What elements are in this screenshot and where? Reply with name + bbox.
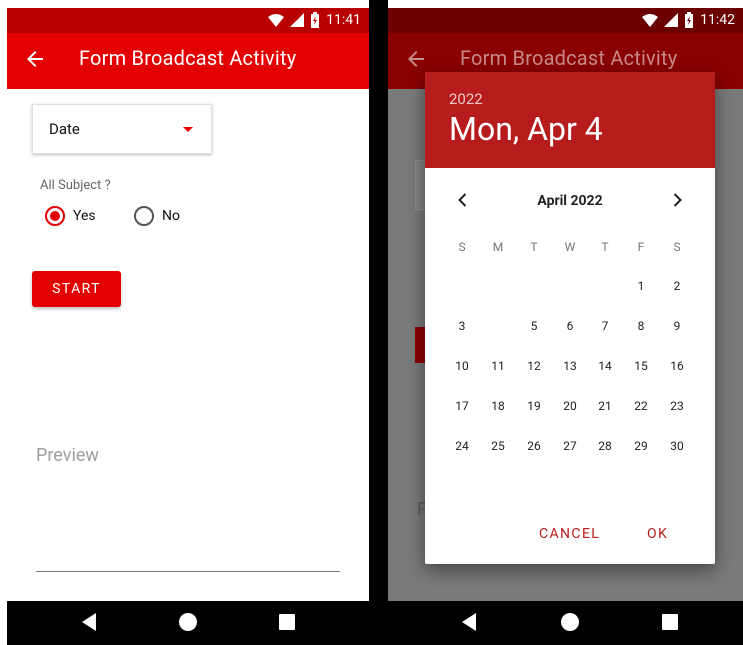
- nav-recents-icon[interactable]: [279, 614, 295, 630]
- radio-no[interactable]: No: [134, 206, 180, 226]
- calendar-day[interactable]: 15: [623, 348, 659, 384]
- dropdown-value: Date: [49, 120, 80, 138]
- navigation-bar: [7, 601, 369, 645]
- calendar-day[interactable]: 1: [623, 268, 659, 304]
- calendar-day[interactable]: 20: [552, 388, 588, 424]
- calendar-day[interactable]: 29: [623, 428, 659, 464]
- status-time: 11:41: [326, 12, 361, 28]
- ok-button[interactable]: OK: [647, 526, 668, 542]
- screen-divider: [369, 0, 388, 645]
- right-screen: 11:42 Form Broadcast Activity P 2022 Mon…: [388, 8, 743, 645]
- status-bar: 11:41: [7, 8, 369, 33]
- back-arrow-icon[interactable]: [23, 47, 47, 71]
- calendar-day[interactable]: 17: [444, 388, 480, 424]
- calendar-day-selected[interactable]: 4: [478, 306, 518, 346]
- date-picker-dialog: 2022 Mon, Apr 4 April 2022 S M T W T F S…: [425, 72, 715, 564]
- calendar-day[interactable]: 8: [623, 308, 659, 344]
- calendar-day[interactable]: 7: [587, 308, 623, 344]
- calendar-day[interactable]: 13: [552, 348, 588, 384]
- calendar-day[interactable]: 5: [516, 308, 552, 344]
- status-bar: 11:42: [388, 8, 743, 33]
- nav-recents-icon[interactable]: [662, 614, 678, 630]
- calendar-day[interactable]: 21: [587, 388, 623, 424]
- app-bar: Form Broadcast Activity: [7, 33, 369, 89]
- calendar-day[interactable]: 9: [659, 308, 695, 344]
- cell-signal-icon: [290, 13, 305, 27]
- all-subject-label: All Subject ?: [40, 178, 111, 193]
- nav-back-icon[interactable]: [462, 613, 478, 631]
- cancel-button[interactable]: CANCEL: [539, 526, 600, 542]
- radio-yes-label: Yes: [73, 208, 96, 224]
- page-title: Form Broadcast Activity: [79, 46, 297, 70]
- page-title-dimmed: Form Broadcast Activity: [460, 46, 678, 70]
- radio-unchecked-icon: [134, 206, 154, 226]
- cell-signal-icon: [664, 13, 679, 27]
- preview-label: Preview: [36, 445, 99, 466]
- left-screen: 11:41 Form Broadcast Activity Date All S…: [7, 8, 369, 645]
- calendar-day[interactable]: 11: [480, 348, 516, 384]
- calendar-day[interactable]: 24: [444, 428, 480, 464]
- calendar-day[interactable]: 30: [659, 428, 695, 464]
- calendar-day[interactable]: 2: [659, 268, 695, 304]
- dropdown-caret-icon: [183, 127, 193, 132]
- preview-underline: [36, 571, 340, 572]
- status-time: 11:42: [700, 12, 735, 28]
- calendar-day[interactable]: 14: [587, 348, 623, 384]
- radio-no-label: No: [162, 208, 180, 224]
- calendar-day[interactable]: 19: [516, 388, 552, 424]
- radio-yes[interactable]: Yes: [45, 206, 96, 226]
- battery-icon: [685, 12, 694, 28]
- calendar-day[interactable]: 26: [516, 428, 552, 464]
- calendar-day[interactable]: 16: [659, 348, 695, 384]
- nav-home-icon[interactable]: [561, 613, 579, 631]
- wifi-icon: [268, 14, 285, 27]
- calendar-day[interactable]: 22: [623, 388, 659, 424]
- calendar-day[interactable]: 28: [587, 428, 623, 464]
- type-dropdown[interactable]: Date: [32, 104, 212, 154]
- wifi-icon: [642, 14, 659, 27]
- calendar-day[interactable]: 23: [659, 388, 695, 424]
- calendar-day[interactable]: 10: [444, 348, 480, 384]
- calendar-day[interactable]: 18: [480, 388, 516, 424]
- navigation-bar: [388, 601, 743, 645]
- calendar-day[interactable]: 3: [444, 308, 480, 344]
- calendar-day[interactable]: 12: [516, 348, 552, 384]
- start-button[interactable]: START: [32, 271, 121, 307]
- calendar-day[interactable]: 25: [480, 428, 516, 464]
- calendar-day[interactable]: 6: [552, 308, 588, 344]
- nav-back-icon[interactable]: [82, 613, 98, 631]
- battery-icon: [311, 12, 320, 28]
- radio-checked-icon: [45, 206, 65, 226]
- nav-home-icon[interactable]: [179, 613, 197, 631]
- calendar-day[interactable]: 27: [552, 428, 588, 464]
- calendar-grid: 1 2 3 4 5 6 7 8 9 10 11 12 13 14 15 16 1…: [425, 72, 715, 564]
- back-arrow-icon: [408, 51, 424, 67]
